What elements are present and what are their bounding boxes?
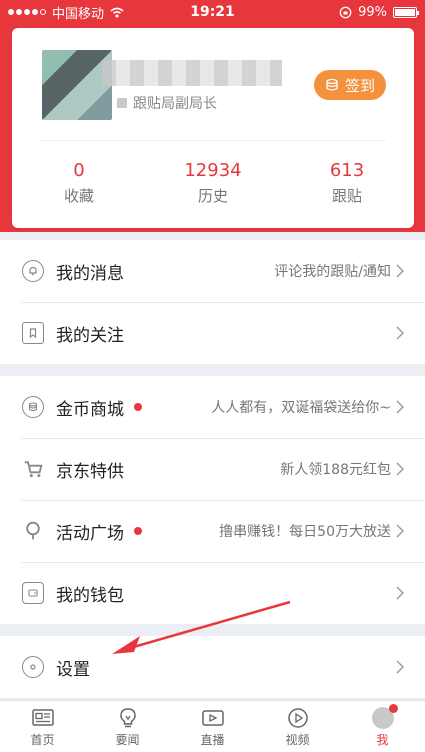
chevron-right-icon <box>395 524 405 538</box>
tab-live[interactable]: 直播 <box>170 701 255 752</box>
newspaper-icon <box>31 707 55 729</box>
stat-favorites[interactable]: 0 收藏 <box>12 160 146 206</box>
play-icon <box>286 707 310 729</box>
lightbulb-icon <box>116 707 140 729</box>
wifi-icon <box>110 7 124 17</box>
menu-section-settings: 设置 <box>0 636 425 698</box>
chevron-right-icon <box>395 400 405 414</box>
menu-item-wallet[interactable]: 我的钱包 <box>0 562 425 624</box>
tab-label: 我 <box>376 733 389 747</box>
menu-item-jd[interactable]: 京东特供 新人领188元红包 <box>0 438 425 500</box>
tab-label: 首页 <box>30 733 55 747</box>
notification-dot <box>134 527 142 535</box>
carrier-name: 中国移动 <box>52 6 105 22</box>
menu-item-label: 京东特供 <box>56 461 124 482</box>
chevron-right-icon <box>395 586 405 600</box>
stat-label: 跟贴 <box>331 187 362 205</box>
menu-item-events[interactable]: 活动广场 撸串赚钱！每日50万大放送 <box>0 500 425 562</box>
chevron-right-icon <box>395 264 405 278</box>
stat-value: 12934 <box>184 160 242 181</box>
bell-icon <box>22 260 44 282</box>
menu-item-label: 金币商城 <box>56 399 124 420</box>
menu-item-follows[interactable]: 我的关注 <box>0 302 425 364</box>
video-camera-icon <box>201 707 225 729</box>
menu-item-settings[interactable]: 设置 <box>0 636 425 698</box>
menu-item-messages[interactable]: 我的消息 评论我的跟贴/通知 <box>0 240 425 302</box>
bookmark-icon <box>22 322 44 344</box>
menu-item-subtitle: 撸串赚钱！每日50万大放送 <box>219 524 391 540</box>
card-divider <box>40 140 386 141</box>
menu-item-label: 我的消息 <box>56 263 124 284</box>
checkin-label: 签到 <box>344 76 375 95</box>
tab-bar: 首页 要闻 直播 视频 我 <box>0 700 425 752</box>
tab-me[interactable]: 我 <box>340 701 425 752</box>
tab-home[interactable]: 首页 <box>0 701 85 752</box>
tab-video[interactable]: 视频 <box>255 701 340 752</box>
menu-item-subtitle: 评论我的跟贴/通知 <box>274 264 391 280</box>
username-blurred <box>102 60 282 86</box>
stat-label: 历史 <box>197 187 228 205</box>
tab-label: 直播 <box>200 733 225 747</box>
battery-icon <box>393 6 419 18</box>
profile-card[interactable]: 跟贴局副局长 签到 0 收藏 12934 历史 613 跟贴 <box>12 28 414 228</box>
wallet-icon <box>22 582 44 604</box>
menu-item-label: 我的关注 <box>56 325 124 346</box>
menu-item-label: 活动广场 <box>56 523 124 544</box>
coins-icon <box>22 396 44 418</box>
rank-label: 跟贴局副局长 <box>133 96 217 112</box>
clock: 19:21 <box>190 4 235 20</box>
stats-row: 0 收藏 12934 历史 613 跟贴 <box>12 160 414 206</box>
rotation-lock-icon <box>339 6 352 18</box>
status-bar: 中国移动 19:21 99% <box>0 0 425 24</box>
checkin-button[interactable]: 签到 <box>314 70 386 100</box>
chevron-right-icon <box>395 462 405 476</box>
rank-badge-icon <box>117 98 127 108</box>
notification-dot <box>134 403 142 411</box>
menu-item-coin-mall[interactable]: 金币商城 人人都有，双诞福袋送给你~ <box>0 376 425 438</box>
signal-icon <box>8 9 46 15</box>
cart-icon <box>22 458 44 480</box>
tab-label: 视频 <box>285 733 310 747</box>
chevron-right-icon <box>395 660 405 674</box>
menu-item-subtitle: 人人都有，双诞福袋送给你~ <box>211 400 391 416</box>
menu-item-subtitle: 新人领188元红包 <box>280 462 391 478</box>
chevron-right-icon <box>395 326 405 340</box>
notification-dot <box>388 704 398 713</box>
stat-history[interactable]: 12934 历史 <box>146 160 280 206</box>
gear-icon <box>22 656 44 678</box>
rank-row: 跟贴局副局长 <box>117 93 217 113</box>
stat-value: 613 <box>329 160 365 181</box>
menu-item-label: 设置 <box>56 659 90 680</box>
battery-percent: 99% <box>358 4 387 20</box>
stat-label: 收藏 <box>63 187 94 205</box>
stat-comments[interactable]: 613 跟贴 <box>280 160 414 206</box>
tab-label: 要闻 <box>115 733 140 747</box>
menu-section-services: 金币商城 人人都有，双诞福袋送给你~ 京东特供 新人领188元红包 活动广场 撸… <box>0 376 425 624</box>
menu-section-social: 我的消息 评论我的跟贴/通知 我的关注 <box>0 240 425 364</box>
menu-item-label: 我的钱包 <box>56 585 124 606</box>
coin-stack-icon <box>326 78 338 91</box>
stat-value: 0 <box>73 160 85 181</box>
balloon-icon <box>22 520 44 542</box>
tab-news[interactable]: 要闻 <box>85 701 170 752</box>
